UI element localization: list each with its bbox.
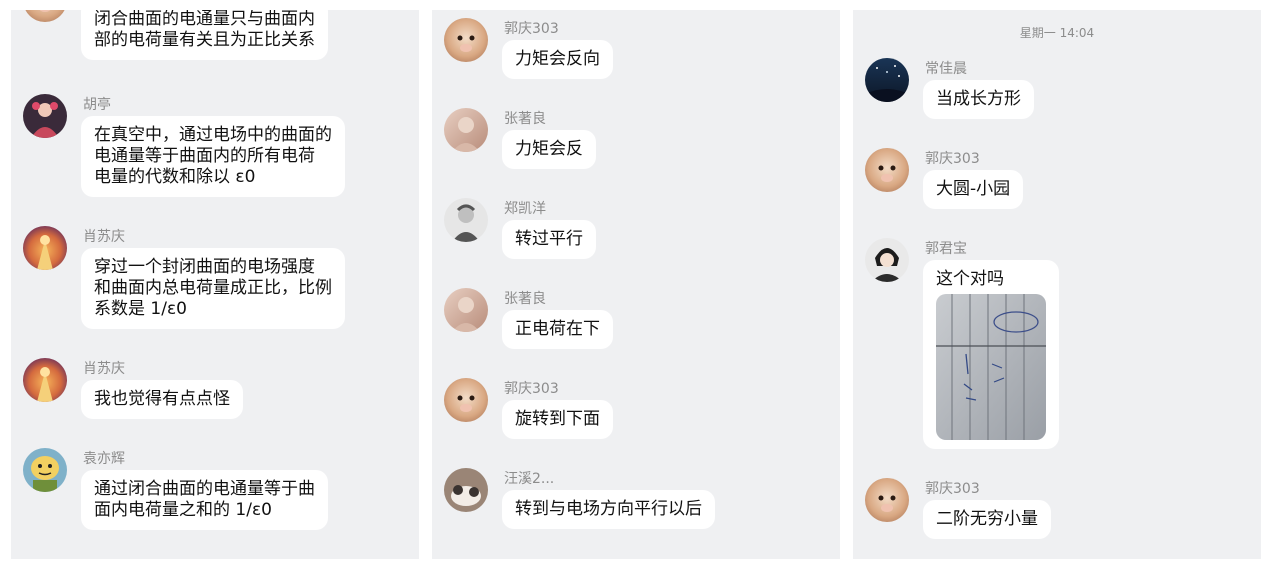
- message-bubble[interactable]: 大圆-小园: [923, 170, 1024, 209]
- hamster-avatar-icon[interactable]: [865, 148, 909, 192]
- message-text-line: 和曲面内总电荷量成正比，比例: [94, 278, 332, 298]
- sender-name: 郭庆303: [925, 481, 980, 497]
- sender-name: 张著良: [504, 111, 546, 127]
- notebook-photo[interactable]: [936, 294, 1046, 440]
- cartoon-face-avatar-icon[interactable]: [23, 448, 67, 492]
- hamster-avatar-icon[interactable]: [444, 18, 488, 62]
- cat-avatar-icon[interactable]: [444, 468, 488, 512]
- sender-name: 袁亦辉: [83, 451, 125, 467]
- message-text-line: 大圆-小园: [936, 179, 1011, 199]
- message-text-line: 这个对吗: [936, 269, 1004, 289]
- portrait-avatar-icon[interactable]: [444, 288, 488, 332]
- sender-name: 郭庆303: [925, 151, 980, 167]
- hamster-avatar-icon[interactable]: [865, 478, 909, 522]
- message-text-line: 旋转到下面: [515, 409, 600, 429]
- sender-name: 郭庆303: [504, 381, 559, 397]
- message-bubble[interactable]: 闭合曲面的电通量只与曲面内 部的电荷量有关且为正比关系: [81, 10, 328, 60]
- sender-name: 胡亭: [83, 97, 111, 113]
- message-text-line: 穿过一个封闭曲面的电场强度: [94, 257, 315, 277]
- message-text-line: 转过平行: [515, 229, 583, 249]
- message-bubble[interactable]: 这个对吗: [923, 260, 1059, 449]
- message-text-line: 系数是 1/ε0: [94, 299, 187, 319]
- chat-panel-2: 郭庆303 力矩会反向 张著良 力矩会反 郑凯洋 转过平行 张著良 正电荷在下: [432, 10, 840, 559]
- anime-avatar-icon[interactable]: [865, 238, 909, 282]
- message-bubble[interactable]: 力矩会反向: [502, 40, 613, 79]
- sender-name: 张著良: [504, 291, 546, 307]
- message-text-line: 力矩会反: [515, 139, 583, 159]
- message-text-line: 当成长方形: [936, 89, 1021, 109]
- message-bubble[interactable]: 当成长方形: [923, 80, 1034, 119]
- message-text-line: 电通量等于曲面内的所有电荷: [94, 146, 315, 166]
- message-text-line: 部的电荷量有关且为正比关系: [94, 30, 315, 50]
- sender-name: 汪溪2...: [504, 471, 555, 487]
- sender-name: 郭君宝: [925, 241, 967, 257]
- sender-name: 肖苏庆: [83, 361, 125, 377]
- chat-panel-1: 闭合曲面的电通量只与曲面内 部的电荷量有关且为正比关系 胡亭 在真空中，通过电场…: [11, 10, 419, 559]
- sender-name: 郭庆303: [504, 21, 559, 37]
- sketch-avatar-icon[interactable]: [444, 198, 488, 242]
- message-bubble[interactable]: 穿过一个封闭曲面的电场强度 和曲面内总电荷量成正比，比例 系数是 1/ε0: [81, 248, 345, 329]
- message-bubble[interactable]: 我也觉得有点点怪: [81, 380, 243, 419]
- sender-name: 肖苏庆: [83, 229, 125, 245]
- message-text-line: 电量的代数和除以 ε0: [94, 167, 256, 187]
- message-bubble[interactable]: 二阶无穷小量: [923, 500, 1051, 539]
- message-text-line: 二阶无穷小量: [936, 509, 1038, 529]
- message-bubble[interactable]: 转到与电场方向平行以后: [502, 490, 715, 529]
- message-text-line: 面内电荷量之和的 1/ε0: [94, 500, 272, 520]
- message-bubble[interactable]: 旋转到下面: [502, 400, 613, 439]
- chat-timestamp: 星期一 14:04: [1019, 26, 1095, 40]
- sunset-avatar-icon[interactable]: [23, 358, 67, 402]
- message-text-line: 闭合曲面的电通量只与曲面内: [94, 10, 315, 29]
- sunset-avatar-icon[interactable]: [23, 226, 67, 270]
- sender-name: 郑凯洋: [504, 201, 546, 217]
- message-text-line: 转到与电场方向平行以后: [515, 499, 702, 519]
- hamster-avatar-icon[interactable]: [23, 10, 67, 22]
- message-text-line: 在真空中，通过电场中的曲面的: [94, 125, 332, 145]
- message-bubble[interactable]: 通过闭合曲面的电通量等于曲 面内电荷量之和的 1/ε0: [81, 470, 328, 530]
- message-bubble[interactable]: 转过平行: [502, 220, 596, 259]
- portrait-avatar-icon[interactable]: [444, 108, 488, 152]
- message-text-line: 我也觉得有点点怪: [94, 389, 230, 409]
- costume-avatar-icon[interactable]: [23, 94, 67, 138]
- message-text-line: 正电荷在下: [515, 319, 600, 339]
- message-bubble[interactable]: 力矩会反: [502, 130, 596, 169]
- message-text-line: 力矩会反向: [515, 49, 600, 69]
- night-sky-avatar-icon[interactable]: [865, 58, 909, 102]
- message-text-line: 通过闭合曲面的电通量等于曲: [94, 479, 315, 499]
- hamster-avatar-icon[interactable]: [444, 378, 488, 422]
- chat-panel-3: 星期一 14:04 常佳晨 当成长方形 郭庆303 大圆-小园 郭君宝 这个对吗: [853, 10, 1261, 559]
- message-bubble[interactable]: 在真空中，通过电场中的曲面的 电通量等于曲面内的所有电荷 电量的代数和除以 ε0: [81, 116, 345, 197]
- sender-name: 常佳晨: [925, 61, 967, 77]
- message-bubble[interactable]: 正电荷在下: [502, 310, 613, 349]
